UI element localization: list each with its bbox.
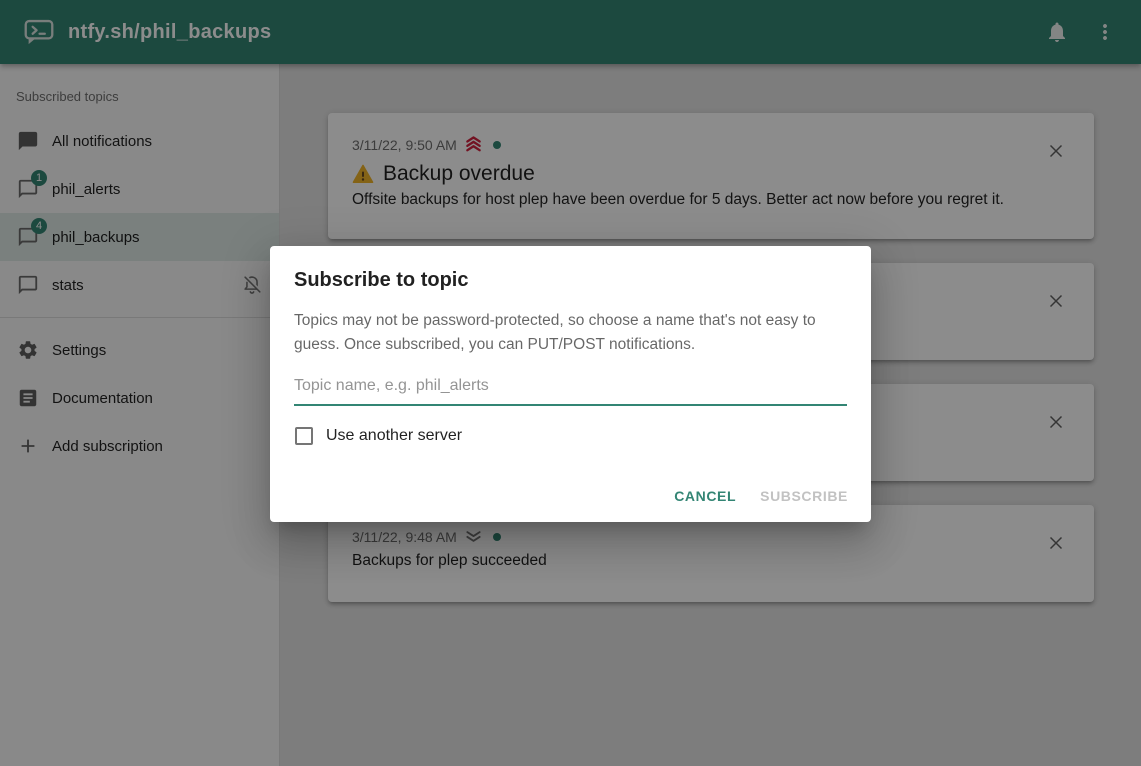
dialog-actions: CANCEL SUBSCRIBE [666, 481, 856, 511]
dialog-title: Subscribe to topic [294, 267, 847, 293]
checkbox-unchecked[interactable] [295, 427, 313, 445]
subscribe-button[interactable]: SUBSCRIBE [752, 481, 856, 511]
dialog-description: Topics may not be password-protected, so… [294, 309, 847, 357]
subscribe-dialog: Subscribe to topic Topics may not be pas… [270, 246, 871, 522]
topic-name-input[interactable] [294, 369, 847, 406]
use-another-server-option[interactable]: Use another server [294, 427, 847, 445]
cancel-button[interactable]: CANCEL [666, 481, 744, 511]
checkbox-label: Use another server [326, 427, 462, 445]
